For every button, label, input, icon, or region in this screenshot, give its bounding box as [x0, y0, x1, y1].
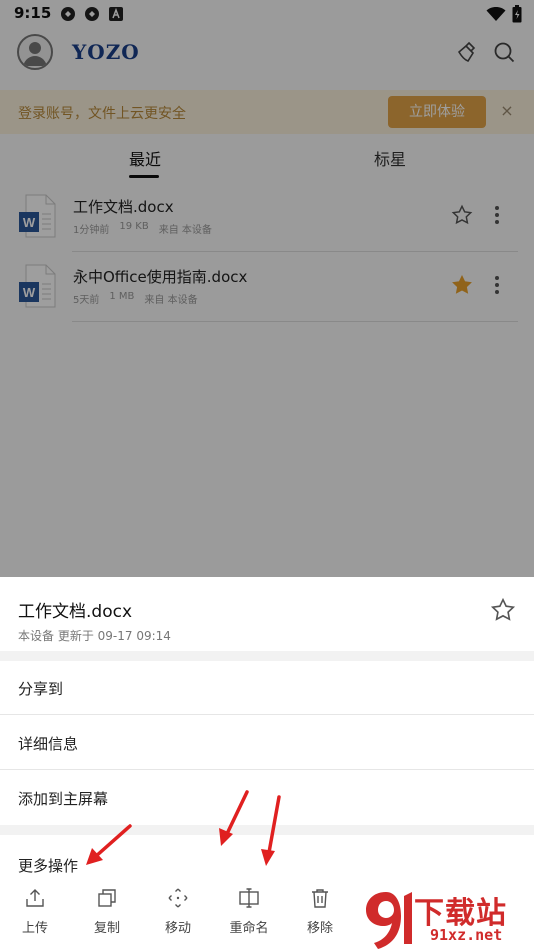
sheet-file-name: 工作文档.docx — [18, 602, 133, 622]
rename-icon — [239, 888, 259, 908]
op-label: 复制 — [93, 921, 120, 936]
more-actions-title: 更多操作 — [18, 857, 79, 875]
share-to-item[interactable]: 分享到 — [0, 661, 534, 715]
watermark-logo-icon — [366, 892, 412, 949]
section-gap — [0, 825, 534, 835]
add-to-home-item[interactable]: 添加到主屏幕 — [0, 771, 534, 825]
watermark-url: 91xz.net — [430, 926, 503, 944]
upload-button[interactable]: 上传 — [0, 883, 70, 943]
modal-scrim[interactable] — [0, 0, 534, 577]
trash-icon — [312, 889, 328, 908]
section-gap — [0, 651, 534, 661]
upload-icon — [26, 889, 44, 907]
sheet-file-info: 本设备 更新于 09-17 09:14 — [18, 629, 171, 643]
rename-button[interactable]: 重命名 — [214, 883, 284, 943]
item-divider — [0, 769, 534, 770]
op-label: 重命名 — [229, 921, 269, 936]
op-label: 移除 — [306, 921, 333, 936]
copy-button[interactable]: 复制 — [72, 883, 142, 943]
copy-icon — [98, 889, 116, 907]
op-label: 移动 — [164, 921, 191, 936]
remove-button[interactable]: 移除 — [285, 883, 355, 943]
menu-item-label: 详细信息 — [18, 735, 79, 753]
details-item[interactable]: 详细信息 — [0, 716, 534, 770]
item-divider — [0, 714, 534, 715]
menu-item-label: 添加到主屏幕 — [18, 790, 109, 808]
screen: 9:15 YOZO 登录账号，文件上云更安全 立即体验 × 最近 标星 W 工作… — [0, 0, 534, 950]
menu-item-label: 分享到 — [18, 680, 64, 698]
star-outline-icon[interactable] — [490, 597, 516, 623]
move-button[interactable]: 移动 — [143, 883, 213, 943]
move-icon — [168, 888, 188, 908]
site-watermark: 下载站 91xz.net — [360, 886, 534, 950]
op-label: 上传 — [21, 921, 48, 936]
